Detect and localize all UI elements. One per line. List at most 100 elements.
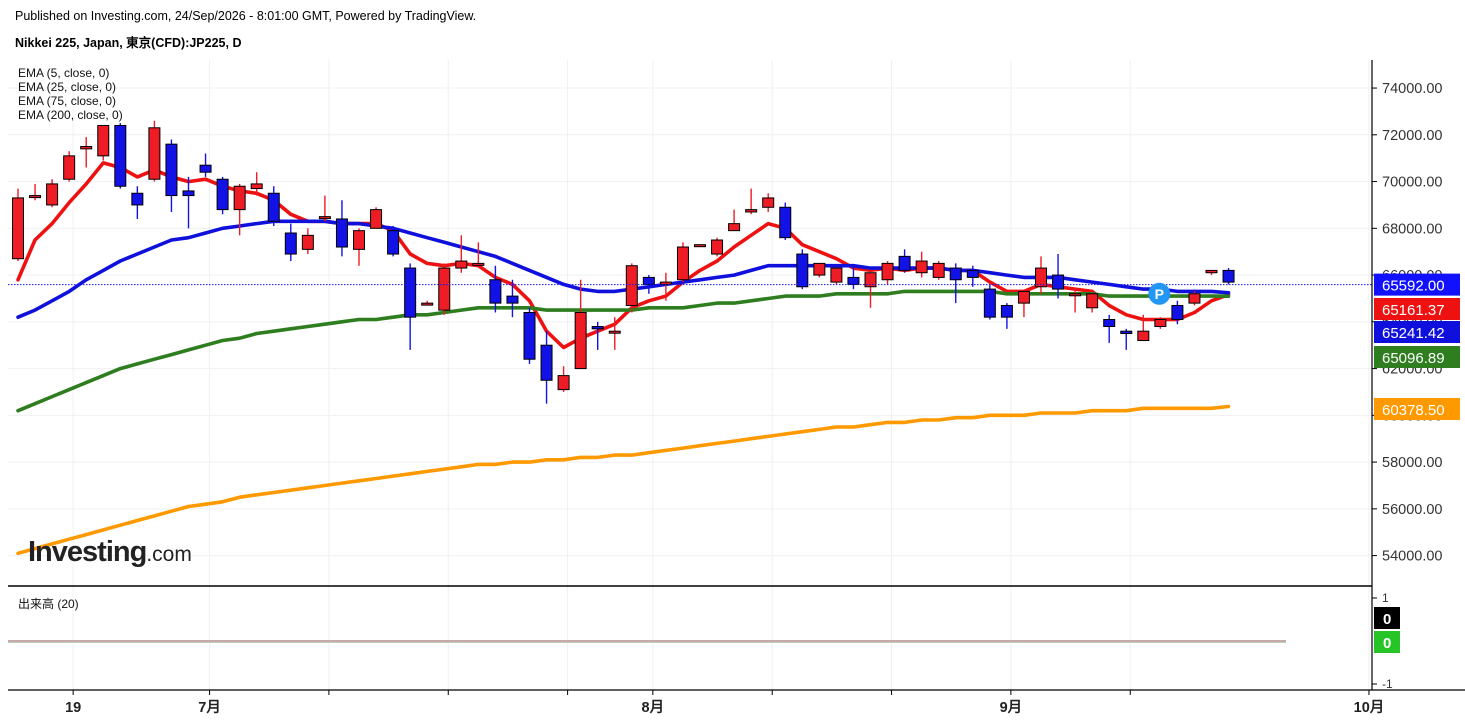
candles [12, 120, 1235, 404]
last-price-label: 65592.00 [1382, 278, 1445, 295]
candle-body [114, 124, 127, 187]
candle-body [1000, 304, 1013, 318]
candle-body [881, 262, 894, 281]
candle-body [1205, 269, 1218, 274]
y-tick-label: 56000.00 [1382, 502, 1442, 518]
legend-entry: EMA (75, close, 0) [18, 94, 116, 108]
candle-body [1222, 269, 1235, 283]
candle-body [745, 209, 758, 213]
volume-pane: 出来高 (20) 1 -1 0 0 [8, 591, 1400, 691]
y-tick-label: 58000.00 [1382, 455, 1442, 471]
candle-body [29, 195, 42, 199]
candle-body [148, 127, 161, 180]
legend-entry: EMA (200, close, 0) [18, 108, 123, 122]
candle-body [421, 302, 434, 306]
candle-body [472, 262, 485, 266]
candle-body [1154, 318, 1167, 328]
candle-body [1120, 330, 1133, 335]
candle-body [966, 269, 979, 278]
candle-body [267, 192, 280, 222]
axes: 54000.0056000.0058000.0060000.0062000.00… [8, 60, 1465, 716]
candle-body [1052, 274, 1065, 290]
candle-body [1171, 304, 1184, 320]
ema-line-0 [16, 161, 1231, 350]
candle-body [131, 192, 144, 206]
candle-body [711, 239, 724, 255]
candle-body [335, 218, 348, 248]
candle-body [540, 344, 553, 381]
candle-body [250, 183, 263, 190]
volume-y-tick-label: -1 [1382, 677, 1393, 691]
candle-body [779, 206, 792, 239]
candle-body [199, 164, 212, 173]
candle-body [97, 124, 110, 157]
y-tick-label: 72000.00 [1382, 128, 1442, 144]
candle-body [182, 190, 195, 197]
candle-body [12, 197, 24, 260]
x-tick-label: 8月 [642, 699, 665, 716]
candle-body [728, 223, 741, 232]
candle-body [63, 155, 76, 180]
candle-body [1103, 318, 1116, 328]
candle-body [762, 197, 775, 208]
candle-body [353, 230, 365, 250]
candle-body [1035, 267, 1047, 288]
y-tick-label: 68000.00 [1382, 221, 1442, 237]
legend-entry: EMA (5, close, 0) [18, 66, 109, 80]
price-labels: 65592.00 65161.37 65241.42 65096.89 60378.50 [1374, 273, 1460, 420]
x-tick-label: 9月 [1000, 699, 1023, 716]
ema-label-3: 60378.50 [1382, 402, 1445, 419]
legend-entry: EMA (25, close, 0) [18, 80, 116, 94]
candle-body [659, 281, 672, 285]
candle-body [233, 185, 246, 211]
y-tick-label: 54000.00 [1382, 549, 1442, 565]
ema-label-0: 65161.37 [1382, 302, 1445, 319]
candle-body [932, 262, 945, 278]
candle-body [284, 232, 297, 255]
candle-body [676, 246, 689, 281]
volume-y-tick-label: 1 [1382, 591, 1389, 605]
candle-body [574, 311, 587, 370]
candle-body [489, 279, 502, 304]
candle-body [608, 330, 621, 334]
candle-body [1137, 330, 1150, 342]
candle-body [80, 145, 93, 150]
candle-body [523, 311, 536, 360]
grid-lines [8, 60, 1372, 690]
candle-body [404, 267, 417, 318]
ema-label-1: 65241.42 [1382, 325, 1445, 342]
candle-body [506, 295, 519, 304]
x-tick-label: 10月 [1354, 699, 1385, 716]
candle-body [625, 265, 638, 306]
candle-body [438, 267, 451, 311]
ema-line-2 [16, 289, 1231, 413]
candle-body [557, 375, 570, 391]
candle-body [813, 262, 826, 276]
candle-body [847, 276, 860, 285]
x-tick-label: 7月 [198, 699, 221, 716]
candle-body [455, 260, 468, 269]
candle-body [1086, 293, 1099, 309]
candle-body [370, 209, 383, 229]
ema-label-2: 65096.89 [1382, 350, 1445, 367]
volume-badge: 0 [1383, 611, 1391, 628]
ema-line-3 [16, 404, 1231, 556]
marker-letter: P [1155, 286, 1164, 302]
overlay: P [8, 282, 1372, 305]
y-tick-label: 74000.00 [1382, 81, 1442, 97]
candle-body [694, 244, 706, 248]
investing-logo: Investing.com [28, 536, 192, 568]
candle-body [1188, 293, 1201, 304]
candle-body [898, 255, 911, 271]
candle-body [165, 143, 178, 197]
candle-body [830, 267, 843, 283]
candle-body [1017, 290, 1030, 304]
indicator-legend: EMA (5, close, 0)EMA (25, close, 0)EMA (… [18, 66, 123, 122]
volume-title: 出来高 (20) [18, 596, 79, 611]
candle-body [915, 260, 928, 274]
candle-body [216, 178, 229, 211]
candle-body [387, 230, 400, 255]
y-tick-label: 70000.00 [1382, 175, 1442, 191]
price-chart[interactable]: P 54000.0056000.0058000.0060000.0062000.… [0, 0, 1465, 724]
candle-body [642, 276, 655, 285]
